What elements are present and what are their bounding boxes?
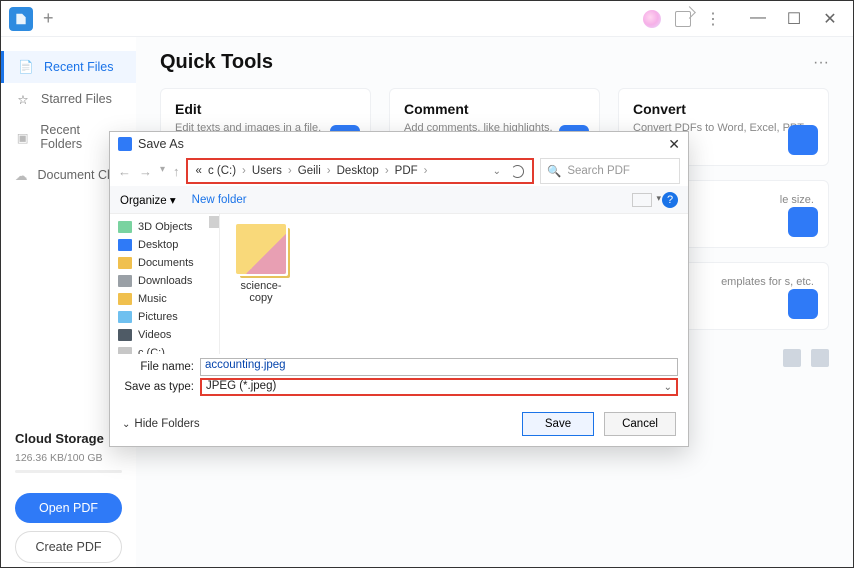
saveastype-select[interactable]: JPEG (*.jpeg)⌄	[200, 378, 678, 396]
view-toggle-button[interactable]	[632, 193, 652, 207]
new-folder-button[interactable]: New folder	[192, 194, 247, 206]
search-input[interactable]: 🔍 Search PDF	[540, 158, 680, 184]
tree-videos[interactable]: Videos	[110, 326, 219, 344]
tree-3d-objects[interactable]: 3D Objects	[110, 218, 219, 236]
dialog-title: Save As	[138, 137, 184, 151]
page-title: Quick Tools	[160, 51, 273, 74]
tree-desktop[interactable]: Desktop	[110, 236, 219, 254]
documents-icon	[118, 257, 132, 269]
cancel-button[interactable]: Cancel	[604, 412, 676, 436]
list-view-button[interactable]	[783, 349, 801, 367]
app-logo-icon	[9, 7, 33, 31]
help-button[interactable]: ?	[662, 192, 678, 208]
3d-icon	[118, 221, 132, 233]
create-pdf-button[interactable]: Create PDF	[15, 531, 122, 563]
refresh-icon[interactable]	[511, 165, 524, 178]
desktop-icon	[118, 239, 132, 251]
chevron-down-icon: ⌄	[664, 382, 672, 393]
maximize-button[interactable]: ☐	[779, 9, 809, 29]
grid-view-button[interactable]	[811, 349, 829, 367]
file-thumbnail[interactable]: science-copy	[230, 224, 292, 304]
nav-up-button[interactable]: ↑	[173, 164, 180, 179]
star-icon: ☆	[15, 91, 31, 107]
tree-documents[interactable]: Documents	[110, 254, 219, 272]
app-titlebar: + ⋮ — ☐ ✕	[1, 1, 853, 37]
saveastype-label: Save as type:	[120, 381, 200, 393]
filename-input[interactable]: accounting.jpeg	[200, 358, 678, 376]
tree-pictures[interactable]: Pictures	[110, 308, 219, 326]
tree-downloads[interactable]: Downloads	[110, 272, 219, 290]
minimize-button[interactable]: —	[743, 9, 773, 29]
theme-icon[interactable]	[643, 10, 661, 28]
cloud-usage-text: 126.36 KB/100 GB	[1, 452, 136, 470]
music-icon	[118, 293, 132, 305]
drive-icon	[118, 347, 132, 354]
cloud-usage-bar	[15, 470, 122, 473]
sidebar-item-recent-files[interactable]: 📄Recent Files	[1, 51, 136, 83]
more-menu-button[interactable]: ⋮	[705, 9, 721, 29]
downloads-icon	[118, 275, 132, 287]
cloud-icon: ☁	[15, 167, 28, 183]
chevron-down-icon[interactable]: ⌄	[493, 166, 501, 177]
convert-icon	[788, 125, 818, 155]
save-button[interactable]: Save	[522, 412, 594, 436]
hide-folders-button[interactable]: ⌄Hide Folders	[122, 418, 200, 430]
nav-forward-button[interactable]: →	[139, 164, 152, 179]
share-icon[interactable]	[675, 11, 691, 27]
folder-icon	[236, 224, 286, 274]
videos-icon	[118, 329, 132, 341]
open-pdf-button[interactable]: Open PDF	[15, 493, 122, 523]
nav-back-button[interactable]: ←	[118, 164, 131, 179]
chevron-down-icon: ⌄	[122, 419, 130, 430]
file-pane[interactable]: science-copy	[220, 214, 688, 354]
filename-label: File name:	[120, 361, 200, 373]
folder-icon: ▣	[15, 129, 30, 145]
compress-icon	[788, 207, 818, 237]
breadcrumb-bar[interactable]: « c (C:)› Users› Geili› Desktop› PDF› ⌄	[186, 158, 534, 184]
search-icon: 🔍	[547, 164, 561, 178]
content-more-button[interactable]: ···	[813, 54, 829, 72]
dialog-icon	[118, 137, 132, 151]
sidebar-item-starred-files[interactable]: ☆Starred Files	[1, 83, 136, 115]
new-tab-button[interactable]: +	[43, 8, 54, 29]
pictures-icon	[118, 311, 132, 323]
dialog-close-button[interactable]: ✕	[668, 136, 680, 153]
tree-drive-c[interactable]: c (C:)	[110, 344, 219, 354]
tree-music[interactable]: Music	[110, 290, 219, 308]
organize-button[interactable]: Organize ▾	[120, 193, 176, 207]
file-icon: 📄	[18, 59, 34, 75]
nav-dropdown-button[interactable]: ▾	[160, 164, 165, 179]
template-icon	[788, 289, 818, 319]
close-button[interactable]: ✕	[815, 9, 845, 29]
save-as-dialog: Save As ✕ ← → ▾ ↑ « c (C:)› Users› Geili…	[109, 131, 689, 447]
folder-tree: 3D Objects Desktop Documents Downloads M…	[110, 214, 220, 354]
